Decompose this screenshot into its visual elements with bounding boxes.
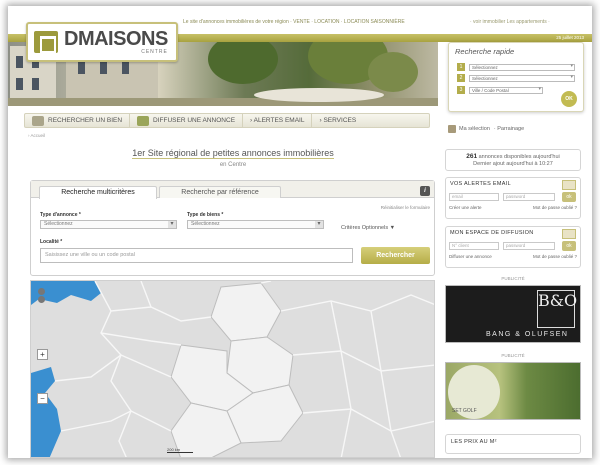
bo-logo: B&O (537, 290, 577, 328)
client-login-button[interactable]: ok (562, 241, 576, 251)
header-date: 25 juillet 2013 (556, 35, 584, 40)
tab-reference[interactable]: Recherche par référence (159, 186, 281, 198)
zoom-in-button[interactable]: + (37, 349, 48, 360)
search-button[interactable]: Rechercher (361, 247, 430, 264)
email-alerts-panel: VOS ALERTES EMAIL email password ok Crée… (445, 177, 581, 219)
bang-olufsen-ad[interactable]: B&O BANG & OLUFSEN (445, 285, 581, 343)
optional-criteria-toggle[interactable]: Critères Optionnels ▼ (341, 225, 395, 231)
forgot-password-link[interactable]: Mot de passe oublié ? (533, 254, 577, 259)
info-icon[interactable]: i (420, 186, 430, 196)
nav-post-ad[interactable]: DIFFUSER UNE ANNONCE (130, 113, 244, 128)
rapid-select-1[interactable]: Sélectionnez (469, 63, 575, 71)
hero-ground (8, 98, 438, 106)
page-title-text: 1er Site régional de petites annonces im… (132, 148, 334, 159)
house-logo-icon (34, 31, 58, 53)
step-number: 1 (457, 63, 465, 71)
create-alert-link[interactable]: Créer une alerte (449, 205, 482, 210)
nav-services[interactable]: › SERVICES (312, 113, 363, 128)
ad-label: PUBLICITÉ (501, 353, 525, 358)
price-per-m2-panel[interactable]: LES PRIX AU M² (445, 434, 581, 454)
reset-form-link[interactable]: Réinitialiser le formulaire (381, 205, 430, 210)
bo-ad-text: BANG & OLUFSEN (486, 331, 569, 338)
ad-type-select[interactable]: Sélectionnez (40, 220, 177, 229)
nav-email-alerts[interactable]: › ALERTES EMAIL (243, 113, 313, 128)
hero-window (32, 78, 39, 90)
hero-tree (208, 42, 278, 84)
search-house-icon (32, 115, 44, 126)
rapid-field-1[interactable]: 1 Sélectionnez (457, 63, 575, 71)
nav-label: › SERVICES (319, 117, 357, 124)
page-title: 1er Site régional de petites annonces im… (38, 148, 428, 159)
map-pan-control[interactable] (35, 287, 47, 309)
diffusion-space-panel: MON ESPACE DE DIFFUSION N° client passwo… (445, 226, 581, 268)
step-number: 3 (457, 86, 465, 94)
rapid-search-title: Recherche rapide (455, 47, 515, 56)
zoom-out-button[interactable]: − (37, 393, 48, 404)
forgot-password-link[interactable]: Mot de passe oublié ? (533, 205, 577, 210)
nav-label: DIFFUSER UNE ANNONCE (153, 117, 236, 124)
envelope-icon (562, 180, 576, 190)
alert-login-button[interactable]: ok (562, 192, 576, 202)
ads-count-text: annonces disponibles aujourd'hui (478, 154, 560, 160)
hero-window (100, 62, 107, 74)
alert-links: Créer une alerte Mot de passe oublié ? (449, 205, 577, 210)
hero-window (16, 56, 23, 68)
region-map[interactable]: + − 200 km (30, 280, 435, 458)
locality-label: Localité * (40, 239, 63, 245)
hero-table (254, 88, 384, 102)
pencil-icon (562, 229, 576, 239)
hero-window (78, 62, 85, 74)
browser-page: Le site d'annonces immobilières de votre… (8, 6, 592, 458)
tagline-link[interactable]: · voir immobilier Les appartements · (470, 19, 550, 25)
map-regions (31, 281, 434, 457)
ad-label: PUBLICITÉ (501, 276, 525, 281)
nav-label: RECHERCHER UN BIEN (48, 117, 123, 124)
page-subtitle: en Centre (219, 162, 247, 168)
client-id-input[interactable]: N° client (449, 242, 499, 250)
site-tagline: Le site d'annonces immobilières de votre… (183, 19, 405, 25)
search-form: Recherche multicritères Recherche par ré… (30, 180, 435, 276)
rapid-field-2[interactable]: 2 Sélectionnez (457, 74, 575, 82)
rapid-search-button[interactable]: OK (561, 91, 577, 107)
rapid-field-3[interactable]: 3 Ville / Code Postal (457, 86, 543, 94)
site-logo[interactable]: DMAISONS CENTRE (26, 22, 178, 62)
rapid-search-panel: Recherche rapide 1 Sélectionnez 2 Sélect… (448, 42, 584, 112)
last-added-text: Dernier ajout aujourd'hui à 10:27 (473, 161, 553, 167)
alert-password-input[interactable]: password (503, 193, 555, 201)
map-scale: 200 km (167, 447, 193, 453)
rapid-select-2[interactable]: Sélectionnez (469, 74, 575, 82)
hero-window (16, 78, 23, 90)
locality-input[interactable]: Saisissez une ville ou un code postal (40, 248, 353, 263)
email-alerts-title: VOS ALERTES EMAIL (450, 181, 511, 187)
logo-text: DMAISONS (64, 27, 168, 50)
megaphone-icon (137, 115, 150, 126)
alert-email-input[interactable]: email (449, 193, 499, 201)
property-type-label: Type de biens * (187, 212, 224, 218)
post-ad-link[interactable]: Diffuser une annonce (449, 254, 492, 259)
golf-ad[interactable]: SET GOLF (445, 362, 581, 420)
client-password-input[interactable]: password (503, 242, 555, 250)
breadcrumb[interactable]: › Accueil (28, 133, 45, 138)
step-number: 2 (457, 74, 465, 82)
hero-tree (368, 52, 418, 92)
tab-multicriteria[interactable]: Recherche multicritères (39, 186, 157, 199)
referral-link[interactable]: · Parrainage (494, 126, 524, 132)
selection-links: Ma sélection · Parrainage (448, 125, 524, 133)
golf-ad-text: SET GOLF (452, 408, 477, 414)
hero-window (122, 62, 129, 74)
search-tabs: Recherche multicritères Recherche par ré… (31, 181, 434, 199)
ads-count-box: 261 annonces disponibles aujourd'hui Der… (445, 149, 581, 171)
diffusion-links: Diffuser une annonce Mot de passe oublié… (449, 254, 577, 259)
nav-label: › ALERTES EMAIL (250, 117, 305, 124)
main-nav: RECHERCHER UN BIEN DIFFUSER UNE ANNONCE … (24, 113, 430, 128)
folder-icon (448, 125, 456, 133)
ad-type-label: Type d'annonce * (40, 212, 81, 218)
diffusion-space-title: MON ESPACE DE DIFFUSION (450, 230, 534, 236)
nav-search-property[interactable]: RECHERCHER UN BIEN (25, 113, 131, 128)
my-selection-link[interactable]: Ma sélection (459, 126, 490, 132)
rapid-city-input[interactable]: Ville / Code Postal (469, 86, 543, 94)
ads-count-number: 261 (466, 153, 478, 160)
property-type-select[interactable]: Sélectionnez (187, 220, 324, 229)
